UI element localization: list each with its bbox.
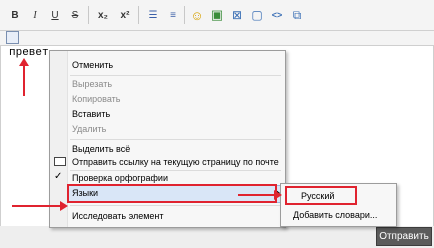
envelope-icon bbox=[54, 157, 66, 166]
menu-item-delete[interactable]: Удалить bbox=[72, 122, 106, 136]
subscript-icon[interactable]: x₂ bbox=[94, 6, 112, 24]
menu-separator bbox=[70, 139, 281, 140]
menu-item-paste[interactable]: Вставить bbox=[72, 107, 110, 121]
annotation-arrow-to-russian-shaft bbox=[238, 194, 276, 196]
submit-button[interactable]: Отправить bbox=[376, 227, 432, 246]
annotation-arrow-right-shaft bbox=[12, 205, 64, 207]
menu-item-inspect[interactable]: Исследовать элемент bbox=[72, 209, 164, 223]
smiley-icon[interactable]: ☺ bbox=[188, 6, 206, 24]
editor-toolbar-secondary bbox=[0, 31, 434, 45]
annotation-arrow-right-head bbox=[60, 201, 68, 211]
toolbar-separator bbox=[184, 6, 185, 24]
strikethrough-icon[interactable]: S bbox=[66, 6, 84, 24]
spoiler-icon[interactable]: ⧉ bbox=[288, 6, 306, 24]
menu-item-copy[interactable]: Копировать bbox=[72, 92, 120, 106]
annotation-arrow-to-russian-head bbox=[274, 190, 282, 200]
menu-separator bbox=[70, 205, 281, 206]
menu-item-spellcheck[interactable]: Проверка орфографии bbox=[72, 171, 168, 185]
menu-item-cut[interactable]: Вырезать bbox=[72, 77, 112, 91]
toolbar-separator bbox=[138, 6, 139, 24]
checkmark-icon: ✓ bbox=[54, 171, 63, 182]
source-icon[interactable] bbox=[6, 31, 19, 44]
menu-item-undo[interactable]: Отменить bbox=[72, 58, 113, 72]
menu-separator bbox=[70, 75, 281, 76]
editor-toolbar: B I U S x₂ x² ☰ ≡ ☺ ▣ ⊠ ▢ <> ⧉ bbox=[0, 0, 434, 31]
code-icon[interactable]: <> bbox=[268, 6, 286, 24]
link-icon[interactable]: ⊠ bbox=[228, 6, 246, 24]
bold-icon[interactable]: B bbox=[6, 6, 24, 24]
underline-icon[interactable]: U bbox=[46, 6, 64, 24]
numbered-list-icon[interactable]: ≡ bbox=[164, 6, 182, 24]
annotation-arrow-up-head bbox=[19, 58, 29, 66]
menu-item-send-link[interactable]: Отправить ссылку на текущую страницу по … bbox=[72, 155, 279, 169]
toolbar-separator bbox=[88, 6, 89, 24]
menu-item-select-all[interactable]: Выделить всё bbox=[72, 142, 130, 156]
bulleted-list-icon[interactable]: ☰ bbox=[144, 6, 162, 24]
submenu-item-add-dictionaries[interactable]: Добавить словари... bbox=[293, 208, 377, 222]
image-icon[interactable]: ▣ bbox=[208, 6, 226, 24]
annotation-box-russian bbox=[285, 186, 357, 205]
annotation-arrow-up-shaft bbox=[23, 64, 25, 96]
form-footer bbox=[0, 226, 434, 248]
quote-icon[interactable]: ▢ bbox=[248, 6, 266, 24]
italic-icon[interactable]: I bbox=[26, 6, 44, 24]
superscript-icon[interactable]: x² bbox=[116, 6, 134, 24]
